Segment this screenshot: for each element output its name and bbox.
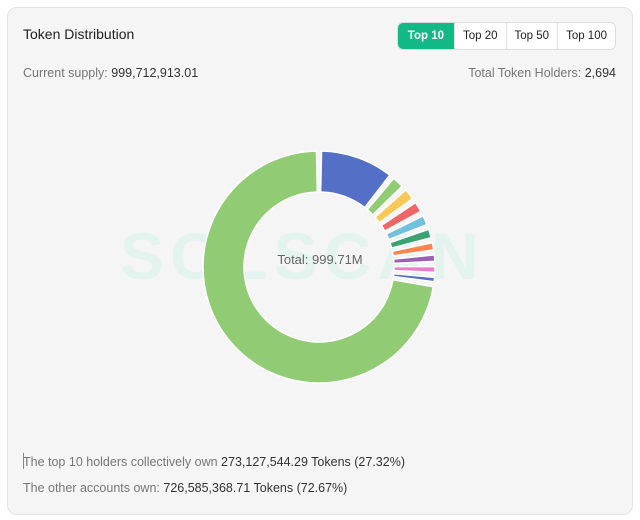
donut-center-label: Total: 999.71M	[200, 252, 440, 267]
donut-center-value: 999.71M	[312, 252, 363, 267]
donut-slice-holder-9[interactable]	[393, 265, 436, 274]
donut-center-caption: Total:	[277, 252, 309, 267]
